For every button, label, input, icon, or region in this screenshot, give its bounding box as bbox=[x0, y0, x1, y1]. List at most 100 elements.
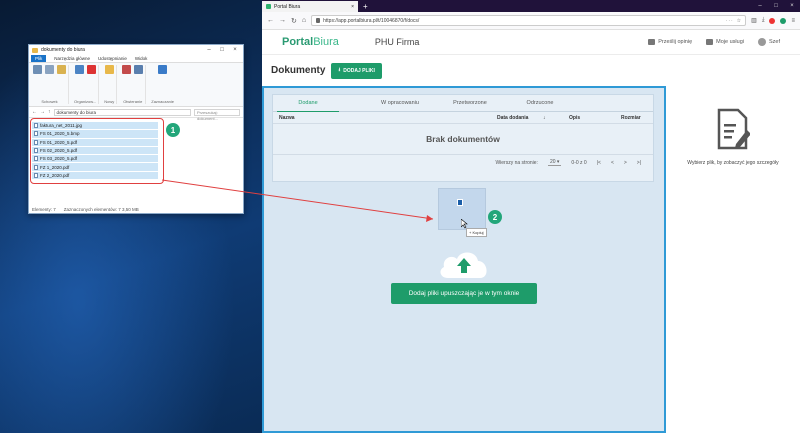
step-badge-1: 1 bbox=[166, 123, 180, 137]
properties-icon[interactable] bbox=[122, 65, 132, 74]
cloud-upload-icon bbox=[440, 252, 487, 278]
ribbon-group-label: Schowek bbox=[41, 99, 58, 104]
last-page-icon[interactable]: >| bbox=[637, 160, 641, 166]
browser-window: Portal Biura × + – □ × ← → ↻ ⌂ https://a… bbox=[262, 0, 800, 433]
menu-icon[interactable]: ≡ bbox=[791, 18, 795, 24]
bookmark-icon[interactable]: ☆ bbox=[737, 18, 741, 24]
tab-close-icon[interactable]: × bbox=[351, 4, 354, 10]
download-icon[interactable]: ⤓ bbox=[762, 17, 765, 24]
browser-tab[interactable]: Portal Biura × bbox=[262, 1, 358, 12]
select-all-icon[interactable] bbox=[158, 65, 168, 74]
toolbar-icons: ▥ ⤓ ≡ bbox=[751, 17, 795, 24]
explorer-ribbon: Schowek Organizow... Nowy Otwieranie Zaz… bbox=[29, 63, 243, 107]
avatar bbox=[757, 38, 766, 46]
step-badge-2: 2 bbox=[488, 210, 502, 224]
browser-tabstrip: Portal Biura × + – □ × bbox=[262, 0, 800, 12]
ribbon-group-label: Zaznaczanie bbox=[151, 99, 174, 104]
address-bar[interactable]: dokumenty do biura bbox=[53, 108, 191, 116]
add-files-button[interactable]: ⭳ DODAJ PLIKI bbox=[331, 62, 382, 79]
header-links: Prześlij opinię Moje usługi Szef bbox=[648, 38, 780, 46]
grid-icon bbox=[706, 39, 714, 45]
home-icon[interactable]: ⌂ bbox=[302, 17, 306, 24]
lock-icon bbox=[316, 18, 321, 23]
up-icon[interactable]: ↑ bbox=[48, 109, 51, 115]
ribbon-group-select: Zaznaczanie bbox=[149, 65, 176, 104]
column-desc[interactable]: Opis bbox=[569, 115, 621, 121]
tab-narzedzia-glowne[interactable]: Narzędzia główne bbox=[54, 56, 90, 61]
ribbon-group-label: Organizow... bbox=[74, 99, 97, 104]
tab-przetworzone[interactable]: Przetworzone bbox=[439, 95, 501, 112]
paste-icon[interactable] bbox=[57, 65, 66, 74]
library-icon[interactable]: ▥ bbox=[751, 17, 757, 24]
copy-icon[interactable] bbox=[45, 65, 54, 74]
move-icon[interactable] bbox=[74, 65, 84, 74]
window-controls: – □ × bbox=[752, 1, 800, 12]
column-size[interactable]: Rozmiar bbox=[621, 115, 641, 121]
file-icon bbox=[457, 199, 463, 206]
tab-widok[interactable]: Widok bbox=[135, 56, 148, 61]
status-tabs: Dodane W opracowaniu Przetworzone Odrzuc… bbox=[273, 95, 653, 112]
column-name[interactable]: Nazwa bbox=[279, 115, 497, 121]
details-hint: Wybierz plik, by zobaczyć jego szczegóły bbox=[687, 160, 779, 166]
favicon-icon bbox=[266, 4, 271, 9]
maximize-button[interactable]: □ bbox=[768, 1, 784, 12]
empty-message: Brak dokumentów bbox=[426, 134, 500, 144]
rows-per-page-select[interactable]: 20 ▾ bbox=[547, 159, 562, 166]
ribbon-group-label: Otwieranie bbox=[123, 99, 143, 104]
ribbon-group-organize: Organizow... bbox=[72, 65, 100, 104]
extension-icon[interactable] bbox=[769, 17, 776, 24]
page-actions-icon[interactable]: ··· bbox=[726, 18, 734, 24]
drop-zone[interactable]: Dodane W opracowaniu Przetworzone Odrzuc… bbox=[262, 86, 666, 433]
close-button[interactable]: × bbox=[230, 47, 240, 53]
explorer-address-row: ← → ↑ dokumenty do biura Przeszukaj: dok… bbox=[29, 107, 243, 121]
tab-dodane[interactable]: Dodane bbox=[277, 95, 339, 112]
drag-preview bbox=[438, 188, 486, 230]
first-page-icon[interactable]: |< bbox=[597, 160, 601, 166]
extension-icon[interactable] bbox=[780, 17, 787, 24]
search-input[interactable]: Przeszukaj: dokument... bbox=[194, 108, 240, 121]
tab-plik[interactable]: Plik bbox=[31, 55, 47, 62]
services-link[interactable]: Moje usługi bbox=[706, 39, 744, 45]
reload-icon[interactable]: ↻ bbox=[291, 17, 297, 25]
app-header: PortalBiura PHU Firma Prześlij opinię Mo… bbox=[262, 30, 800, 55]
column-date[interactable]: Data dodania bbox=[497, 115, 543, 121]
tab-udostepnianie[interactable]: Udostępnianie bbox=[98, 56, 127, 61]
logo[interactable]: PortalBiura bbox=[282, 36, 339, 48]
ribbon-group-label: Nowy bbox=[104, 99, 115, 104]
feedback-link[interactable]: Prześlij opinię bbox=[648, 39, 692, 45]
next-page-icon[interactable]: > bbox=[624, 160, 627, 166]
page-title: Dokumenty bbox=[271, 65, 326, 76]
delete-icon[interactable] bbox=[86, 65, 96, 74]
new-tab-button[interactable]: + bbox=[358, 1, 373, 12]
open-icon[interactable] bbox=[134, 65, 144, 74]
table-header: Nazwa Data dodania ↓ Opis Rozmiar bbox=[273, 112, 653, 124]
tab-odrzucone[interactable]: Odrzucone bbox=[509, 95, 571, 112]
browser-toolbar: ← → ↻ ⌂ https://app.portalbiura.pl/t/100… bbox=[262, 12, 800, 30]
sort-down-icon[interactable]: ↓ bbox=[543, 115, 569, 121]
url-bar[interactable]: https://app.portalbiura.pl/t/10046870/f/… bbox=[311, 15, 747, 26]
pin-icon[interactable] bbox=[33, 65, 42, 74]
close-button[interactable]: × bbox=[784, 1, 800, 12]
pagination: Wierszy na stronie: 20 ▾ 0-0 z 0 |< < > … bbox=[273, 154, 653, 170]
forward-icon[interactable]: → bbox=[40, 109, 45, 115]
forward-icon[interactable]: → bbox=[279, 17, 286, 24]
page-range: 0-0 z 0 bbox=[571, 159, 587, 166]
maximize-button[interactable]: □ bbox=[217, 47, 227, 53]
comment-icon bbox=[648, 39, 656, 45]
page-head: Dokumenty ⭳ DODAJ PLIKI bbox=[262, 55, 800, 86]
minimize-button[interactable]: – bbox=[204, 47, 214, 53]
user-menu[interactable]: Szef bbox=[757, 38, 780, 46]
drop-files-button[interactable]: Dodaj pliki upuszczając je w tym oknie bbox=[391, 283, 537, 304]
upload-icon: ⭳ bbox=[338, 66, 341, 73]
ribbon-group-new: Nowy bbox=[102, 65, 118, 104]
back-icon[interactable]: ← bbox=[32, 109, 37, 115]
back-icon[interactable]: ← bbox=[267, 17, 274, 24]
details-panel: Wybierz plik, by zobaczyć jego szczegóły bbox=[666, 86, 800, 433]
tab-w-opracowaniu[interactable]: W opracowaniu bbox=[369, 95, 431, 112]
tab-title: Portal Biura bbox=[274, 3, 301, 10]
explorer-title: dokumenty do biura bbox=[41, 47, 85, 53]
prev-page-icon[interactable]: < bbox=[611, 160, 614, 166]
explorer-ribbon-tabs: Plik Narzędzia główne Udostępnianie Wido… bbox=[29, 55, 243, 63]
new-folder-icon[interactable] bbox=[104, 65, 114, 74]
minimize-button[interactable]: – bbox=[752, 1, 768, 12]
